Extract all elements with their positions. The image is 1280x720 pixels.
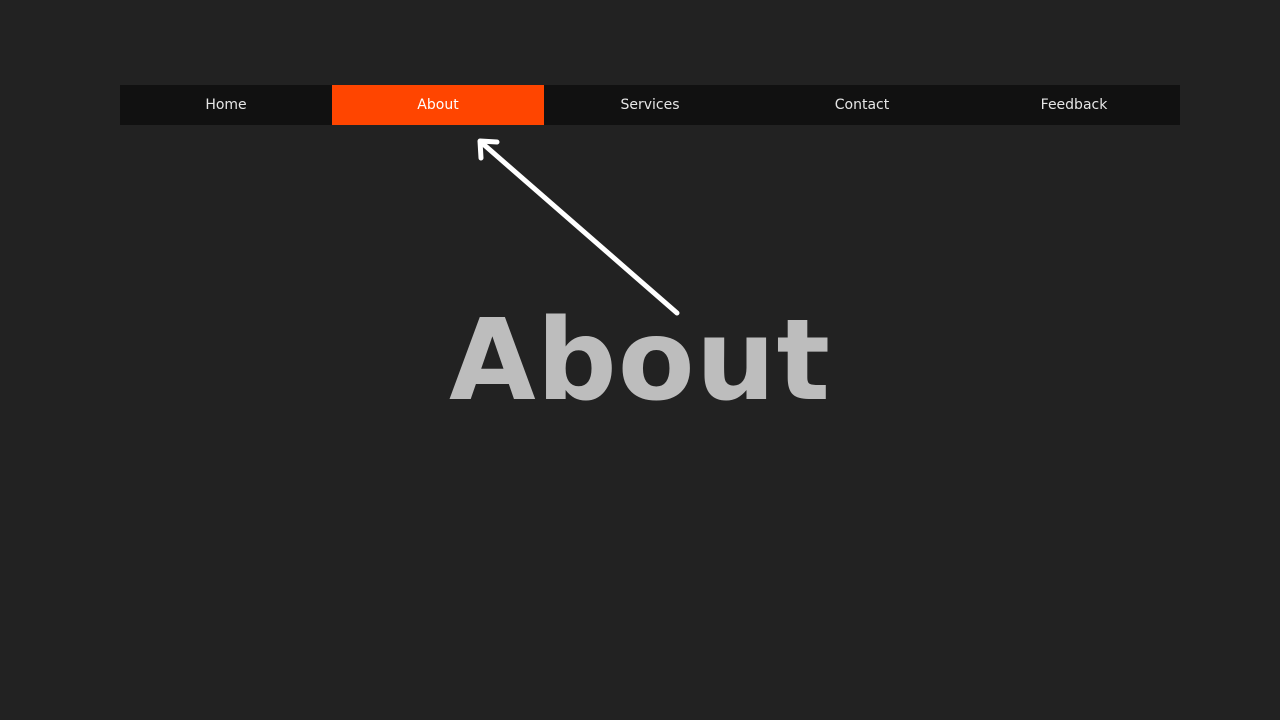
page: Home About Services Contact Feedback Abo… [0, 0, 1280, 720]
nav-item-contact[interactable]: Contact [756, 85, 968, 125]
nav-item-about[interactable]: About [332, 85, 544, 125]
page-heading: About [448, 296, 832, 426]
navigation-bar: Home About Services Contact Feedback [120, 85, 1180, 125]
nav-item-home[interactable]: Home [120, 85, 332, 125]
nav-item-services[interactable]: Services [544, 85, 756, 125]
nav-item-feedback[interactable]: Feedback [968, 85, 1180, 125]
